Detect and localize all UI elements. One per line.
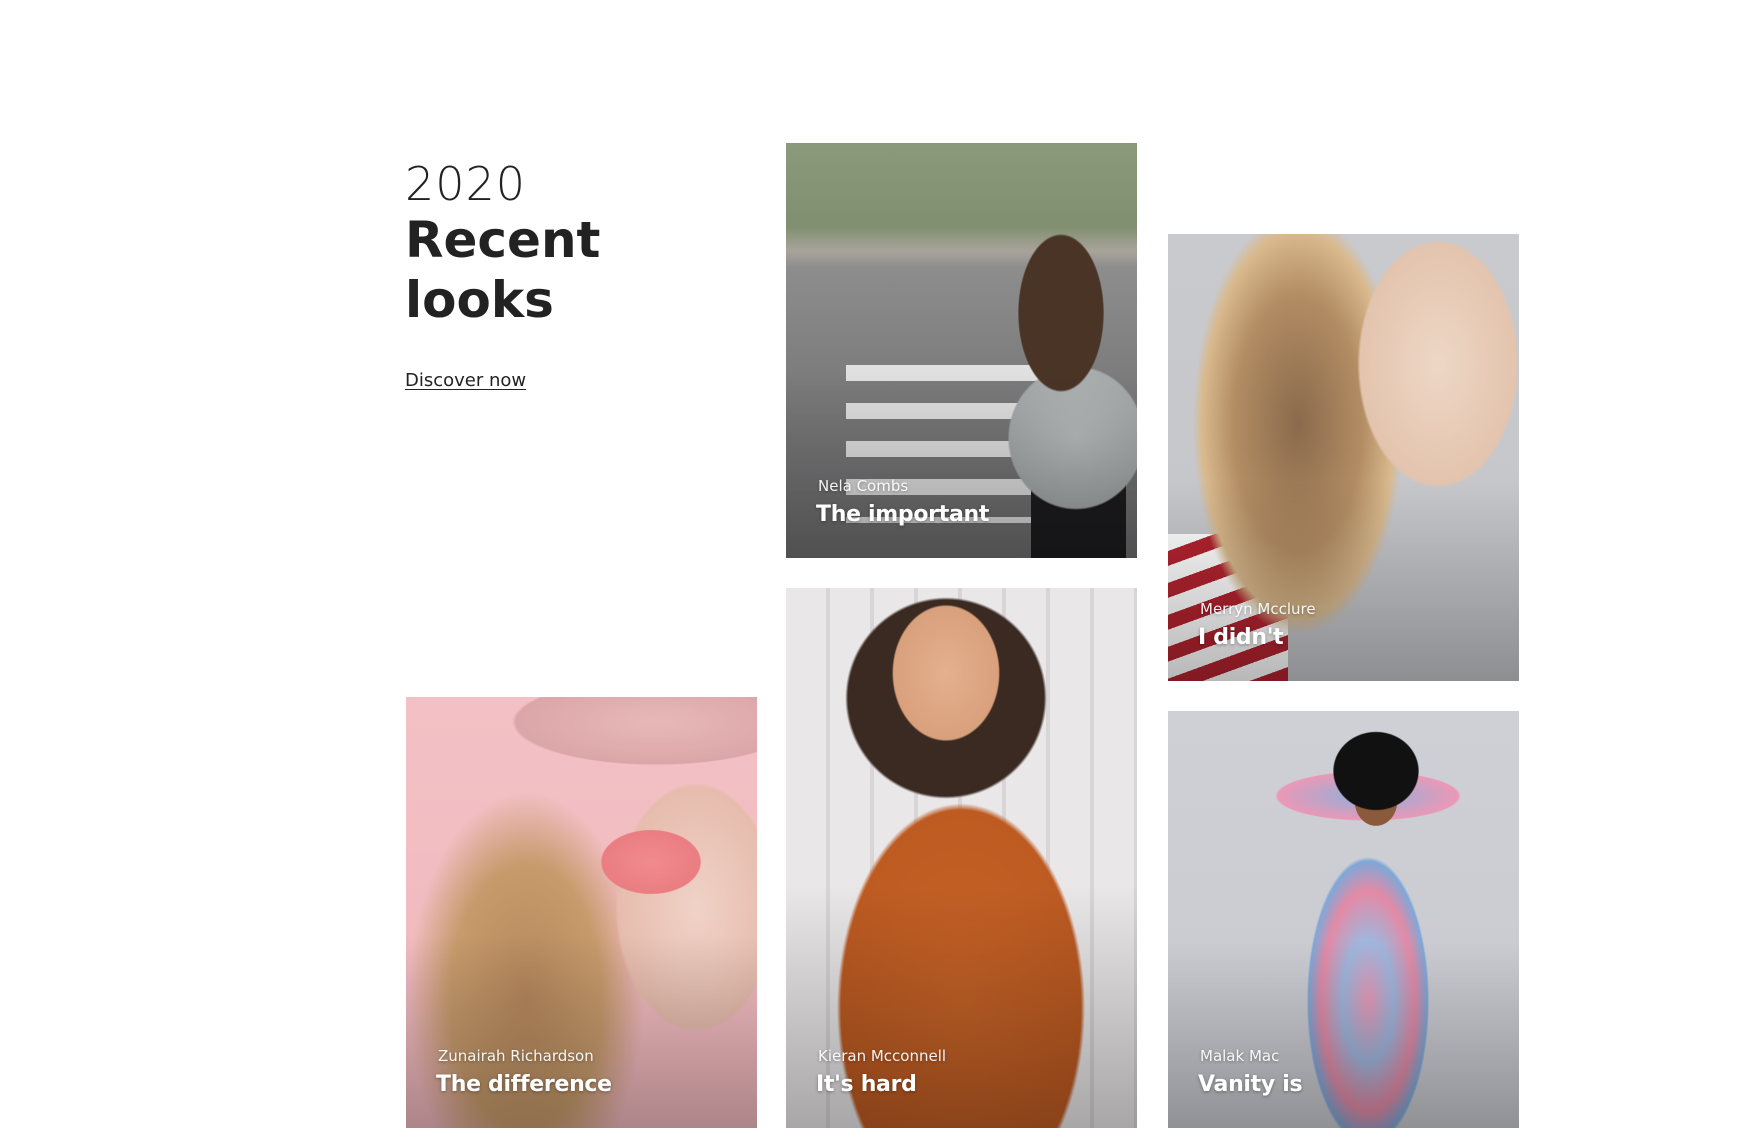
hero-section: 2020 Recent looks Discover now [405, 158, 735, 391]
look-card[interactable]: Zunairah Richardson The difference [406, 697, 757, 1128]
card-author: Merryn Mcclure [1200, 600, 1316, 618]
card-title: Vanity is [1198, 1072, 1303, 1097]
look-card[interactable]: Nela Combs The important [786, 143, 1137, 558]
card-author: Nela Combs [818, 477, 909, 495]
card-caption: Malak Mac Vanity is [1198, 1046, 1303, 1100]
card-caption: Nela Combs The important [816, 476, 989, 530]
card-title: The difference [436, 1072, 612, 1097]
look-card[interactable]: Malak Mac Vanity is [1168, 711, 1519, 1128]
card-author: Malak Mac [1200, 1047, 1280, 1065]
card-author: Zunairah Richardson [438, 1047, 594, 1065]
look-card[interactable]: Kieran Mcconnell It's hard [786, 588, 1137, 1128]
card-title: I didn't [1198, 625, 1284, 650]
card-title: It's hard [816, 1072, 917, 1097]
hero-title: Recent looks [405, 211, 601, 329]
card-caption: Zunairah Richardson The difference [436, 1046, 612, 1100]
card-caption: Kieran Mcconnell It's hard [816, 1046, 946, 1100]
card-author: Kieran Mcconnell [818, 1047, 947, 1065]
card-caption: Merryn Mcclure I didn't [1198, 599, 1316, 653]
discover-now-link[interactable]: Discover now [405, 370, 526, 391]
hero-year: 2020 [405, 157, 527, 211]
look-card[interactable]: Merryn Mcclure I didn't [1168, 234, 1519, 681]
card-title: The important [816, 502, 990, 527]
